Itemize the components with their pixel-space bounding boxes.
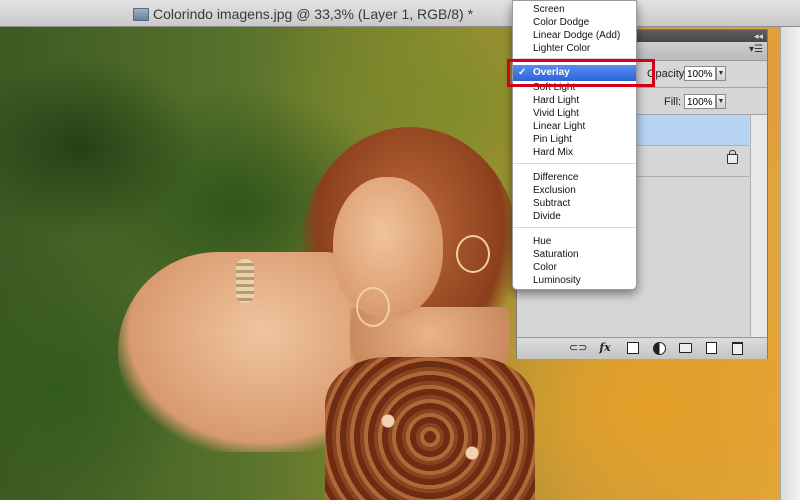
photo-earring-right: [456, 235, 490, 273]
layers-panel-footer: ⊂⊃ fx: [517, 337, 767, 359]
opacity-dropdown-arrow-icon[interactable]: ▼: [716, 66, 726, 81]
menu-item-linear-dodge[interactable]: Linear Dodge (Add): [513, 29, 636, 42]
menu-item-exclusion[interactable]: Exclusion: [513, 184, 636, 197]
new-layer-icon[interactable]: [703, 341, 719, 355]
menu-separator: [513, 163, 636, 164]
fill-dropdown-arrow-icon[interactable]: ▼: [716, 94, 726, 109]
fx-icon[interactable]: fx: [597, 341, 613, 355]
adjustment-icon[interactable]: [651, 341, 667, 355]
fill-input[interactable]: 100%: [684, 94, 716, 109]
fill-label: Fill:: [664, 96, 682, 108]
menu-item-color[interactable]: Color: [513, 261, 636, 274]
document-icon: [133, 8, 149, 21]
blend-mode-menu: Screen Color Dodge Linear Dodge (Add) Li…: [512, 0, 637, 290]
link-icon[interactable]: ⊂⊃: [569, 341, 587, 355]
menu-item-hard-mix[interactable]: Hard Mix: [513, 146, 636, 159]
canvas-vertical-scrollbar[interactable]: [780, 27, 800, 500]
menu-separator: [513, 227, 636, 228]
photo-face: [333, 177, 443, 317]
menu-item-vivid-light[interactable]: Vivid Light: [513, 107, 636, 120]
menu-item-hue[interactable]: Hue: [513, 235, 636, 248]
overlay-highlight-annotation: [507, 59, 655, 87]
menu-item-luminosity[interactable]: Luminosity: [513, 274, 636, 287]
document-title: Colorindo imagens.jpg @ 33,3% (Layer 1, …: [153, 6, 474, 22]
photo-bracelet: [236, 259, 254, 303]
trash-icon[interactable]: [729, 341, 745, 355]
menu-item-color-dodge[interactable]: Color Dodge: [513, 16, 636, 29]
menu-item-pin-light[interactable]: Pin Light: [513, 133, 636, 146]
menu-item-divide[interactable]: Divide: [513, 210, 636, 223]
document-title-bar: Colorindo imagens.jpg @ 33,3% (Layer 1, …: [0, 0, 800, 27]
lock-icon: [727, 150, 738, 164]
opacity-input[interactable]: 100%: [684, 66, 716, 81]
menu-item-lighter-color[interactable]: Lighter Color: [513, 42, 636, 55]
mask-icon[interactable]: [625, 341, 641, 355]
menu-item-hard-light[interactable]: Hard Light: [513, 94, 636, 107]
menu-item-subtract[interactable]: Subtract: [513, 197, 636, 210]
layers-scrollbar[interactable]: [750, 115, 767, 337]
menu-item-difference[interactable]: Difference: [513, 171, 636, 184]
folder-icon[interactable]: [677, 341, 693, 355]
panel-menu-icon[interactable]: ▾☰: [749, 44, 763, 55]
collapse-icon[interactable]: ◂◂: [754, 31, 763, 42]
menu-item-saturation[interactable]: Saturation: [513, 248, 636, 261]
photo-dress: [325, 357, 535, 500]
photo-earring-left: [356, 287, 390, 327]
menu-item-screen[interactable]: Screen: [513, 3, 636, 16]
menu-item-linear-light[interactable]: Linear Light: [513, 120, 636, 133]
